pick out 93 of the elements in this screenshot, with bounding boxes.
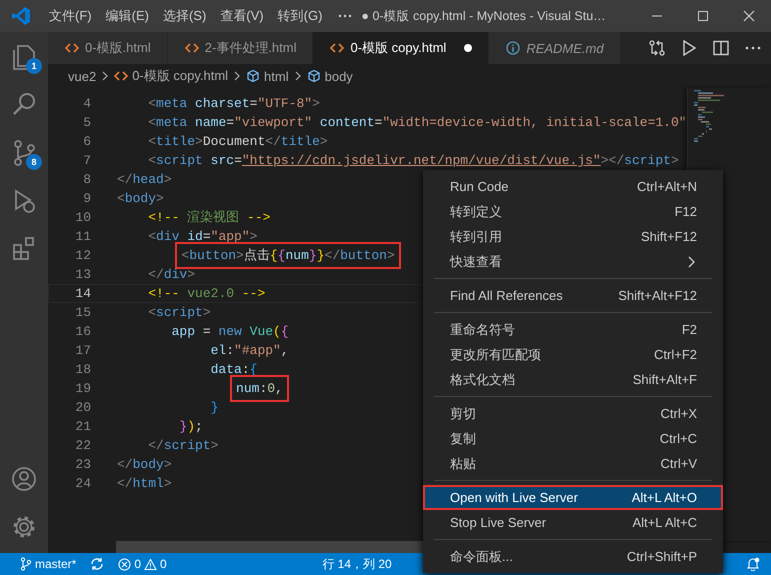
code-line: </script>	[148, 437, 218, 455]
code-file-icon	[330, 41, 344, 55]
code-line: <meta name="viewport" content="width=device-width, initial-scale=1.0"	[148, 114, 687, 132]
menu-item[interactable]: 格式化文档 Shift+Alt+F	[423, 367, 723, 392]
cursor-position[interactable]: 行 14，列 20	[316, 553, 398, 575]
window-title: ● 0-模版 copy.html - MyNotes - Visual Stu…	[361, 8, 606, 22]
line-number: 22	[74, 437, 92, 455]
code-line: <!-- vue2.0 -->	[148, 285, 266, 303]
account-icon[interactable]	[9, 464, 39, 494]
line-number: 18	[74, 361, 92, 379]
horizontal-scrollbar[interactable]	[116, 541, 423, 553]
close-icon[interactable]	[740, 8, 757, 24]
menu-item[interactable]: 更改所有匹配项 Ctrl+F2	[423, 342, 723, 367]
code-line: <meta charset="UTF-8">	[148, 95, 320, 113]
menu-item[interactable]: 转到引用 Shift+F12	[423, 224, 723, 249]
menu-item[interactable]: 选择(S)	[156, 0, 214, 32]
line-number: 4	[82, 95, 92, 113]
line-number: 23	[74, 456, 92, 474]
menu-item[interactable]: 剪切 Ctrl+X	[423, 401, 723, 426]
editor-tab[interactable]: 2-事件处理.html	[168, 32, 314, 64]
menu-item[interactable]: 重命名符号 F2	[423, 317, 723, 342]
code-line: </div>	[148, 266, 196, 284]
line-number: 7	[82, 152, 92, 170]
bell-icon[interactable]	[746, 557, 760, 571]
breadcrumb-item[interactable]: 0-模版 copy.html	[132, 67, 228, 85]
menu-item[interactable]: 复制 Ctrl+C	[423, 426, 723, 451]
code-line: <!-- 渲染视图 -->	[148, 209, 270, 227]
code-line: </html>	[117, 475, 172, 493]
count-badge: 1	[26, 58, 42, 74]
breadcrumb-item[interactable]: vue2	[68, 68, 96, 84]
code-line: el:"#app",	[210, 342, 289, 360]
count-badge: 8	[26, 154, 42, 170]
problems-status[interactable]: 0 0	[112, 553, 173, 575]
line-number: 24	[74, 475, 92, 493]
code-line: <script>	[148, 304, 211, 322]
line-number: 13	[74, 266, 92, 284]
editor-tab[interactable]: 0-模版.html	[48, 32, 168, 64]
menu-item[interactable]: 粘贴 Ctrl+V	[423, 451, 723, 476]
code-line: <div id="app">	[148, 228, 258, 246]
line-number: 21	[74, 418, 92, 436]
code-file-icon	[65, 41, 79, 55]
line-number: 19	[74, 380, 92, 398]
vscode-logo-icon	[11, 6, 31, 26]
chevron-right-icon	[100, 70, 110, 82]
line-number: 20	[74, 399, 92, 417]
line-number: 14	[74, 285, 92, 303]
editor-tab[interactable]: 0-模版 copy.html	[313, 32, 490, 64]
error-icon	[118, 558, 132, 570]
chevron-right-icon	[292, 70, 303, 82]
line-number: 16	[74, 323, 92, 341]
warning-icon	[144, 558, 158, 570]
menu-item[interactable]: 转到(G)	[270, 0, 330, 32]
line-number: 11	[74, 228, 92, 246]
code-file-icon	[184, 41, 199, 55]
compare-changes-icon[interactable]	[648, 39, 666, 57]
branch-status[interactable]: master*	[14, 553, 82, 575]
cube-icon	[246, 69, 260, 83]
code-line: <script src="https://cdn.jsdelivr.net/npm/vue/dist/vue.js"></script>	[148, 152, 679, 170]
line-number: 10	[74, 209, 92, 227]
line-number: 12	[74, 247, 92, 265]
breadcrumb-item[interactable]: body	[324, 68, 353, 84]
code-line: app = new Vue({	[172, 323, 289, 341]
code-line: });	[179, 418, 203, 436]
menu-item[interactable]: Open with Live Server Alt+L Alt+O	[423, 485, 723, 510]
breadcrumb-item[interactable]: html	[264, 68, 289, 84]
line-number: 8	[82, 171, 92, 189]
line-number: 9	[82, 190, 92, 208]
menu-item[interactable]: Stop Live Server Alt+L Alt+C	[423, 510, 723, 535]
line-number: 5	[82, 114, 92, 132]
code-file-icon	[114, 69, 128, 83]
branch-icon	[20, 557, 32, 571]
line-number: 17	[74, 342, 92, 360]
code-line: }	[210, 399, 218, 417]
cube-icon	[306, 69, 321, 83]
editor-tab[interactable]: README.md	[489, 32, 621, 64]
menu-item[interactable]: 编辑(E)	[98, 0, 156, 32]
info-icon	[506, 41, 520, 55]
menu-item[interactable]: 快速查看	[423, 249, 723, 274]
code-line: </body>	[117, 456, 172, 474]
code-line: </head>	[117, 171, 172, 189]
menu-item[interactable]: 文件(F)	[42, 0, 99, 32]
sync-icon[interactable]	[90, 557, 104, 571]
menu-item[interactable]: 命令面板... Ctrl+Shift+P	[423, 544, 723, 569]
line-number: 6	[82, 133, 92, 151]
menu-item[interactable]: 转到定义 F12	[423, 199, 723, 224]
menu-item[interactable]: Find All References Shift+Alt+F12	[423, 283, 723, 308]
code-line: <body>	[117, 190, 164, 208]
menu-item[interactable]: Run Code Ctrl+Alt+N	[423, 174, 723, 199]
chevron-right-icon	[232, 70, 242, 82]
split-editor-icon[interactable]	[712, 39, 730, 57]
line-number: 15	[74, 304, 92, 322]
menu-item[interactable]: 查看(V)	[213, 0, 271, 32]
code-line: <title>Document</title>	[148, 133, 328, 151]
